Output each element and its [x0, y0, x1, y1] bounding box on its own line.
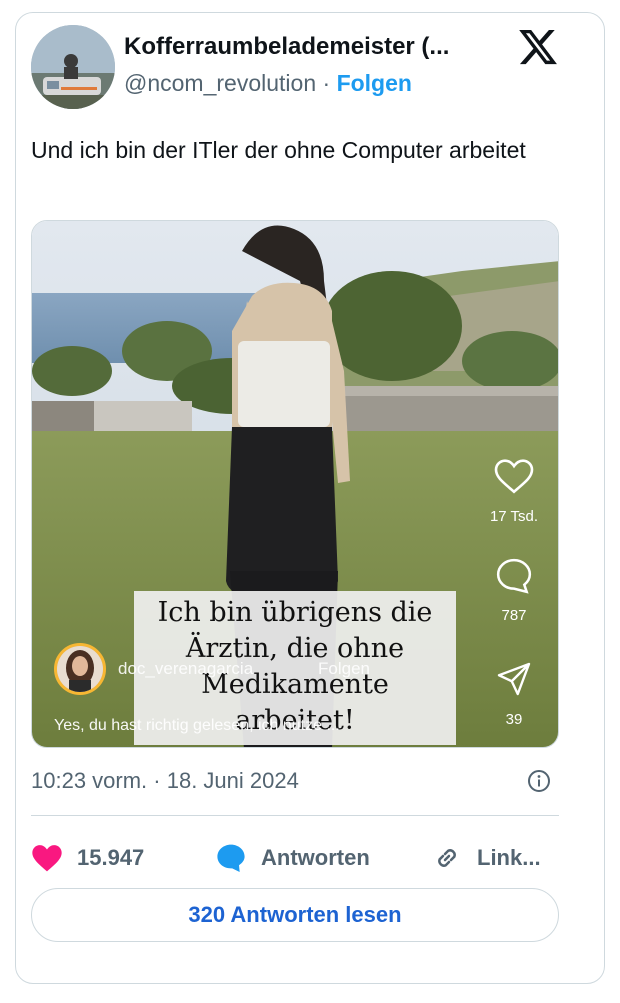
comment-bubble-icon[interactable]	[495, 557, 533, 595]
share-send-icon[interactable]	[496, 661, 532, 697]
reply-label: Antworten	[261, 845, 370, 870]
copy-link-button[interactable]: Link...	[431, 836, 541, 880]
like-button[interactable]: 15.947	[31, 836, 144, 880]
follow-link[interactable]: Folgen	[337, 70, 412, 96]
info-icon[interactable]	[527, 769, 551, 793]
heart-outline-icon[interactable]	[494, 459, 534, 495]
author-handle-line: @ncom_revolution · Folgen	[124, 70, 412, 97]
tweet-text: Und ich bin der ITler der ohne Computer …	[31, 137, 526, 163]
action-bar: 15.947 Antworten Link...	[31, 836, 559, 880]
tweet-timestamp[interactable]: 10:23 vorm. · 18. Juni 2024	[31, 768, 299, 794]
like-count: 15.947	[77, 845, 145, 870]
video-comment-count: 787	[501, 607, 527, 624]
video-description[interactable]: Yes, du hast richtig gelesen, ich nutze …	[54, 717, 340, 735]
creator-avatar[interactable]	[54, 643, 106, 695]
author-handle[interactable]: @ncom_revolution	[124, 70, 316, 96]
read-replies-button[interactable]: 320 Antworten lesen	[31, 888, 559, 942]
link-icon	[438, 849, 456, 867]
creator-follow-button[interactable]: Folgen	[318, 659, 370, 679]
author-avatar[interactable]	[31, 25, 115, 109]
caption-line: Ich bin übrigens die	[157, 597, 433, 628]
link-label: Link...	[477, 845, 541, 870]
heart-filled-icon	[32, 845, 62, 872]
video-like-count: 17 Tsd.	[489, 508, 539, 525]
divider	[31, 815, 559, 816]
x-logo-icon[interactable]	[517, 26, 559, 68]
reply-bubble-icon	[217, 844, 245, 872]
handle-separator: ·	[316, 70, 337, 96]
video-share-count: 39	[505, 711, 523, 728]
tweet-video[interactable]: Ich bin übrigens die Ärztin, die ohne Me…	[31, 220, 559, 748]
creator-username[interactable]: doc_verenagarcia	[118, 659, 253, 679]
author-display-name[interactable]: Kofferraumbelademeister (...	[124, 33, 449, 61]
reply-button[interactable]: Antworten	[215, 836, 370, 880]
